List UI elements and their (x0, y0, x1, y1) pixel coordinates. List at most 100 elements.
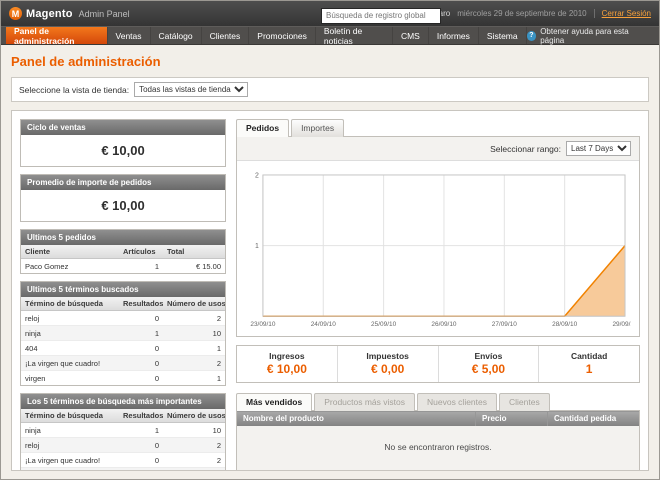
products-column-header-nombre-del-producto: Nombre del producto (237, 411, 476, 427)
nav-item-ventas[interactable]: Ventas (108, 27, 151, 44)
chart-panel: Seleccionar rango: Last 7 Days 1223/09/1… (236, 136, 640, 337)
products-column-header-cantidad-pedida: Cantidad pedida (548, 411, 640, 427)
table-cell: virgen (21, 371, 119, 386)
svg-text:1: 1 (255, 243, 259, 250)
table-cell: 0 (119, 371, 163, 386)
orders-chart: 1223/09/1024/09/1025/09/1026/09/1027/09/… (237, 161, 639, 336)
magento-logo: M Magento Admin Panel (9, 7, 130, 20)
table-cell: 0 (119, 453, 163, 468)
top-search-terms-title: Los 5 términos de búsqueda más important… (21, 394, 225, 409)
total-value: € 5,00 (439, 362, 539, 376)
tab-pedidos[interactable]: Pedidos (236, 119, 289, 137)
page-title: Panel de administración (11, 54, 649, 69)
nav-item-panel-de-administraci-n[interactable]: Panel de administración (6, 27, 108, 44)
table-row: reloj02 (21, 311, 225, 326)
page-content: Panel de administración Seleccione la vi… (1, 45, 659, 479)
global-search (321, 5, 441, 24)
svg-text:28/09/10: 28/09/10 (552, 321, 578, 328)
logo-text: Magento (26, 8, 73, 20)
tab-m-s-vendidos[interactable]: Más vendidos (236, 393, 312, 411)
table-cell: 404 (21, 341, 119, 356)
store-view-label: Seleccione la vista de tienda: (19, 85, 129, 95)
table-cell: 1 (163, 341, 225, 356)
total-env-os: Envíos€ 5,00 (438, 346, 539, 382)
top-header: M Magento Admin Panel Accedió como aparo… (1, 1, 659, 26)
total-label: Envíos (439, 351, 539, 361)
lifetime-sales-title: Ciclo de ventas (21, 120, 225, 135)
top-search-terms-table: Término de búsquedaResultadosNúmero de u… (21, 409, 225, 471)
nav-item-cms[interactable]: CMS (393, 27, 429, 44)
table-row: Paco Gomez1€ 15.00 (21, 259, 225, 274)
total-label: Ingresos (237, 351, 337, 361)
column-header-t-rmino-de-b-squeda: Término de búsqueda (21, 297, 119, 311)
column-header-resultados: Resultados (119, 409, 163, 423)
nav-item-promociones[interactable]: Promociones (249, 27, 316, 44)
table-cell: € 15.00 (163, 259, 225, 274)
nav-item-bolet-n-de-noticias[interactable]: Boletín de noticias (316, 27, 393, 44)
lifetime-sales-panel: Ciclo de ventas € 10,00 (20, 119, 226, 167)
column-header-n-mero-de-usos: Número de usos (163, 297, 225, 311)
table-cell: ninja (21, 326, 119, 341)
empty-row: No se encontraron registros. (237, 426, 640, 471)
empty-message: No se encontraron registros. (237, 426, 640, 471)
total-label: Impuestos (338, 351, 438, 361)
table-cell: ¡La virgen que cuadro! (21, 356, 119, 371)
table-row: 40401 (21, 468, 225, 472)
svg-text:2: 2 (255, 172, 259, 179)
magento-logo-icon: M (9, 7, 22, 20)
table-row: reloj02 (21, 438, 225, 453)
table-row: virgen01 (21, 371, 225, 386)
products-column-header-precio: Precio (476, 411, 548, 427)
page-help-link[interactable]: ? Obtener ayuda para esta página (527, 27, 654, 44)
range-select[interactable]: Last 7 Days (566, 141, 631, 156)
help-icon: ? (527, 31, 537, 41)
table-cell: 1 (163, 371, 225, 386)
bottom-tab-strip: Más vendidosProductos más vistosNuevos c… (236, 393, 640, 410)
tab-nuevos-clientes: Nuevos clientes (417, 393, 497, 411)
table-cell: reloj (21, 311, 119, 326)
table-cell: 0 (119, 468, 163, 472)
main-nav-items: Panel de administraciónVentasCatálogoCli… (6, 27, 527, 44)
magento-admin-window: M Magento Admin Panel Accedió como aparo… (0, 0, 660, 480)
table-row: 40401 (21, 341, 225, 356)
orders-area-chart: 1223/09/1024/09/1025/09/1026/09/1027/09/… (245, 167, 631, 334)
svg-text:27/09/10: 27/09/10 (492, 321, 518, 328)
tab-clientes: Clientes (499, 393, 550, 411)
table-cell: 1 (119, 423, 163, 438)
svg-text:26/09/10: 26/09/10 (431, 321, 457, 328)
total-ingresos: Ingresos€ 10,00 (237, 346, 337, 382)
dashboard-right-column: PedidosImportes Seleccionar rango: Last … (236, 119, 640, 471)
average-orders-title: Promedio de importe de pedidos (21, 175, 225, 190)
store-view-select[interactable]: Todas las vistas de tienda (134, 82, 248, 97)
table-cell: ¡La virgen que cuadro! (21, 453, 119, 468)
column-header-n-mero-de-usos: Número de usos (163, 409, 225, 423)
store-view-switcher: Seleccione la vista de tienda: Todas las… (11, 77, 649, 102)
total-label: Cantidad (539, 351, 639, 361)
last-search-terms-panel: Ultimos 5 términos buscados Término de b… (20, 281, 226, 386)
column-header-cliente: Cliente (21, 245, 119, 259)
table-cell: 1 (119, 326, 163, 341)
column-header-total: Total (163, 245, 225, 259)
table-cell: 2 (163, 311, 225, 326)
table-cell: ninja (21, 423, 119, 438)
orders-tab-strip: PedidosImportes (236, 119, 640, 136)
svg-text:23/09/10: 23/09/10 (250, 321, 276, 328)
nav-item-sistema[interactable]: Sistema (479, 27, 527, 44)
logout-link[interactable]: Cerrar Sesión (594, 9, 651, 18)
svg-text:24/09/10: 24/09/10 (311, 321, 337, 328)
nav-item-informes[interactable]: Informes (429, 27, 479, 44)
table-cell: 10 (163, 423, 225, 438)
table-cell: 2 (163, 453, 225, 468)
nav-item-clientes[interactable]: Clientes (202, 27, 250, 44)
main-nav: Panel de administraciónVentasCatálogoCli… (1, 26, 659, 45)
table-cell: 10 (163, 326, 225, 341)
table-cell: reloj (21, 438, 119, 453)
products-table-header-row: Nombre del productoPrecioCantidad pedida (237, 411, 640, 427)
average-orders-panel: Promedio de importe de pedidos € 10,00 (20, 174, 226, 222)
tab-importes[interactable]: Importes (291, 119, 344, 137)
table-row: ninja110 (21, 423, 225, 438)
last-search-terms-title: Ultimos 5 términos buscados (21, 282, 225, 297)
table-cell: 1 (119, 259, 163, 274)
global-search-input[interactable] (321, 8, 441, 24)
nav-item-cat-logo[interactable]: Catálogo (151, 27, 202, 44)
